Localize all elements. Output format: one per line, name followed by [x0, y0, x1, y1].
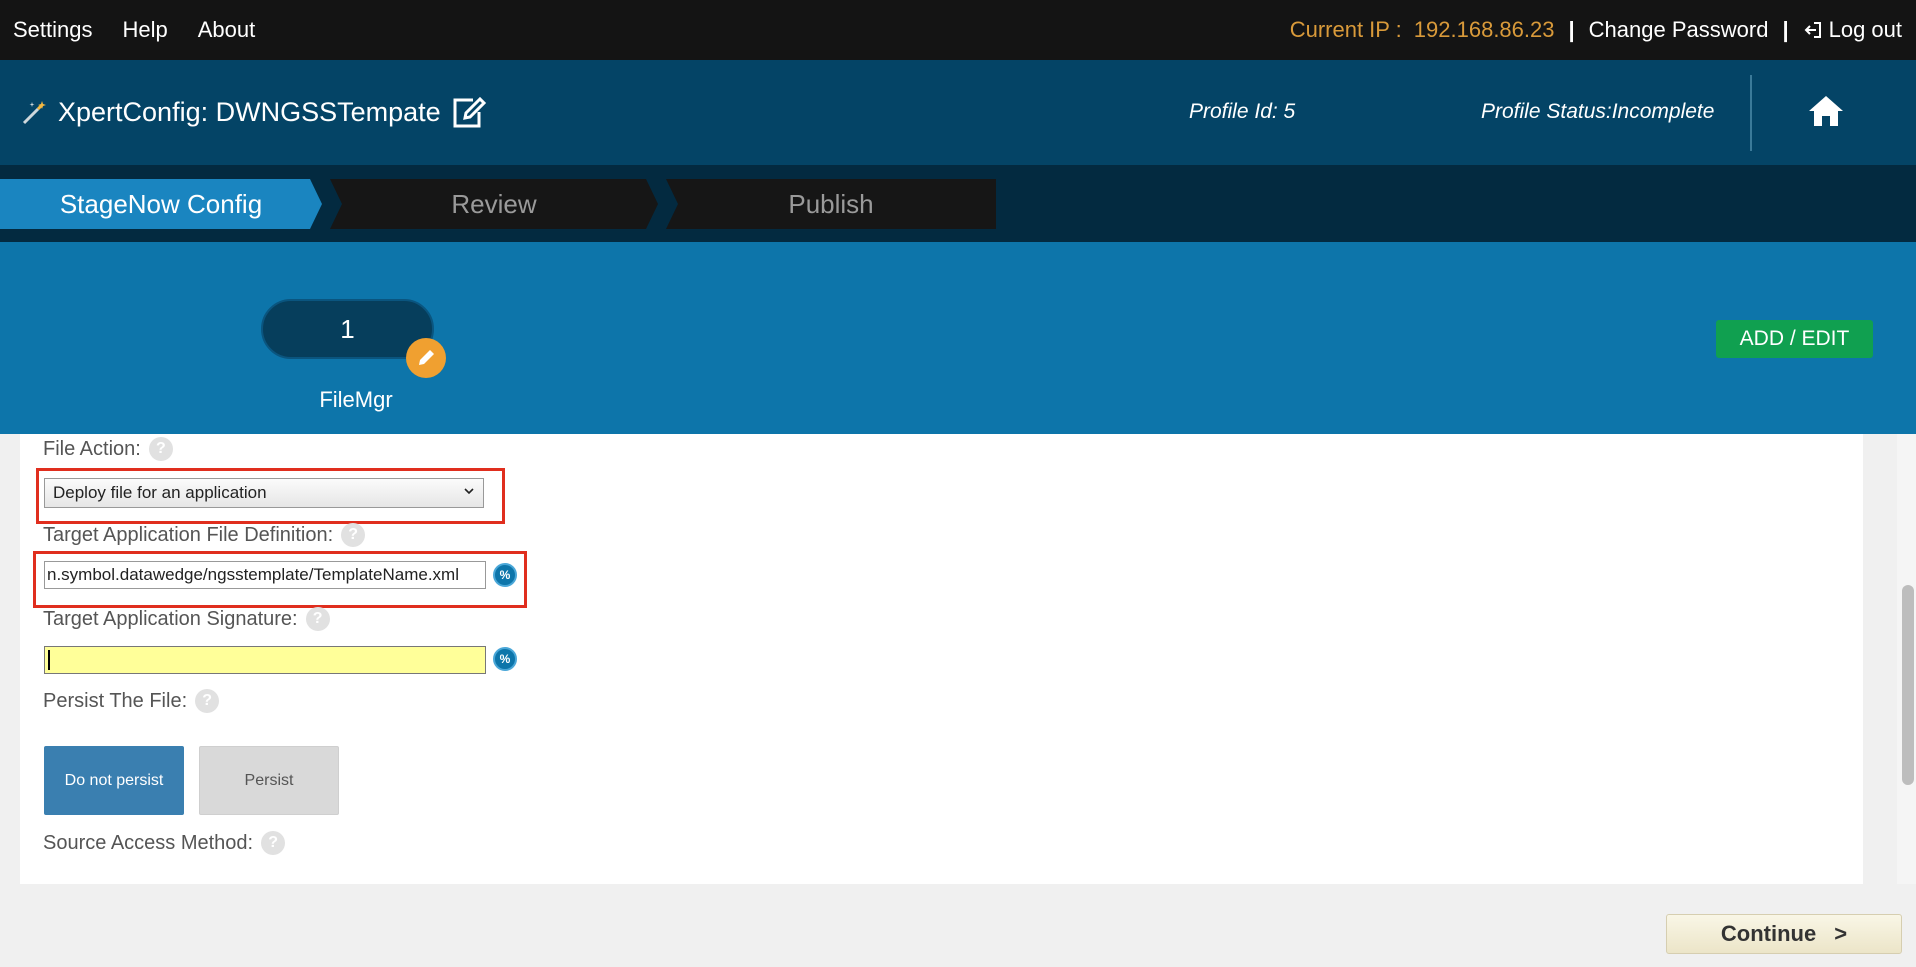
edit-icon[interactable]	[451, 96, 487, 130]
file-action-text: File Action:	[43, 437, 141, 460]
menu-settings[interactable]: Settings	[13, 17, 93, 43]
target-sig-input[interactable]	[44, 646, 486, 674]
target-sig-label: Target Application Signature: ?	[43, 607, 330, 631]
menu-about[interactable]: About	[198, 17, 256, 43]
ip-value: 192.168.86.23	[1413, 17, 1555, 42]
file-action-select[interactable]: Deploy file for an application	[44, 478, 484, 508]
scrollbar-thumb[interactable]	[1902, 585, 1914, 785]
target-def-text: Target Application File Definition:	[43, 523, 334, 546]
logout-icon	[1804, 22, 1821, 38]
top-bar: Settings Help About Current IP : 192.168.…	[0, 0, 1916, 60]
top-menu: Settings Help About	[0, 17, 255, 43]
persist-label: Persist The File: ?	[43, 689, 220, 713]
header-divider	[1750, 75, 1752, 151]
help-icon[interactable]: ?	[305, 607, 330, 631]
tab-review[interactable]: Review	[330, 179, 658, 229]
step-label: FileMgr	[319, 387, 393, 412]
logout-label: Log out	[1828, 17, 1902, 42]
current-ip: Current IP : 192.168.86.23	[1290, 17, 1555, 43]
chevron-right-icon: >	[1834, 921, 1848, 946]
logout-link[interactable]: Log out	[1803, 17, 1902, 43]
add-edit-button[interactable]: ADD / EDIT	[1716, 320, 1873, 358]
variable-icon[interactable]: %	[493, 563, 517, 587]
home-icon[interactable]	[1806, 93, 1846, 129]
target-def-value: n.symbol.datawedge/ngsstemplate/Template…	[47, 565, 459, 584]
help-icon[interactable]: ?	[148, 437, 173, 461]
variable-icon[interactable]: %	[493, 647, 517, 671]
source-access-label: Source Access Method: ?	[43, 831, 286, 855]
persist-text: Persist The File:	[43, 689, 188, 712]
top-right: Current IP : 192.168.86.23 | Change Passw…	[1290, 17, 1916, 43]
tab-publish[interactable]: Publish	[666, 179, 996, 229]
continue-label: Continue	[1720, 921, 1817, 946]
file-action-label: File Action: ?	[43, 437, 173, 461]
do-not-persist-button[interactable]: Do not persist	[44, 746, 184, 815]
help-icon[interactable]: ?	[261, 831, 286, 855]
file-action-value: Deploy file for an application	[53, 483, 267, 502]
change-password-link[interactable]: Change Password	[1589, 17, 1769, 43]
profile-header: XpertConfig: DWNGSSTempate Profile Id: 5…	[0, 60, 1916, 165]
stage-bar: StageNow Config Review Publish	[0, 165, 1916, 242]
continue-button[interactable]: Continue >	[1666, 914, 1902, 954]
help-icon[interactable]: ?	[341, 523, 366, 547]
chevron-down-icon	[464, 488, 474, 495]
pencil-icon	[419, 350, 434, 365]
separator: |	[1782, 17, 1789, 42]
target-sig-text: Target Application Signature:	[43, 607, 298, 630]
text-caret	[48, 650, 50, 670]
target-def-input[interactable]: n.symbol.datawedge/ngsstemplate/Template…	[44, 561, 486, 589]
ip-label: Current IP :	[1289, 17, 1402, 42]
edit-step-button[interactable]	[406, 338, 446, 378]
title-wrap: XpertConfig: DWNGSSTempate	[0, 96, 487, 130]
page-title: XpertConfig: DWNGSSTempate	[58, 97, 441, 127]
persist-button[interactable]: Persist	[199, 746, 339, 815]
source-access-text: Source Access Method:	[43, 831, 254, 854]
step-panel: 1 FileMgr ADD / EDIT	[0, 242, 1916, 434]
separator: |	[1568, 17, 1575, 42]
magic-wand-icon	[22, 100, 46, 124]
profile-status: Profile Status:Incomplete	[1481, 100, 1715, 123]
profile-id: Profile Id: 5	[1189, 100, 1296, 123]
menu-help[interactable]: Help	[123, 17, 168, 43]
target-def-label: Target Application File Definition: ?	[43, 523, 366, 547]
tab-stagenow-config[interactable]: StageNow Config	[0, 179, 322, 229]
help-icon[interactable]: ?	[195, 689, 220, 713]
